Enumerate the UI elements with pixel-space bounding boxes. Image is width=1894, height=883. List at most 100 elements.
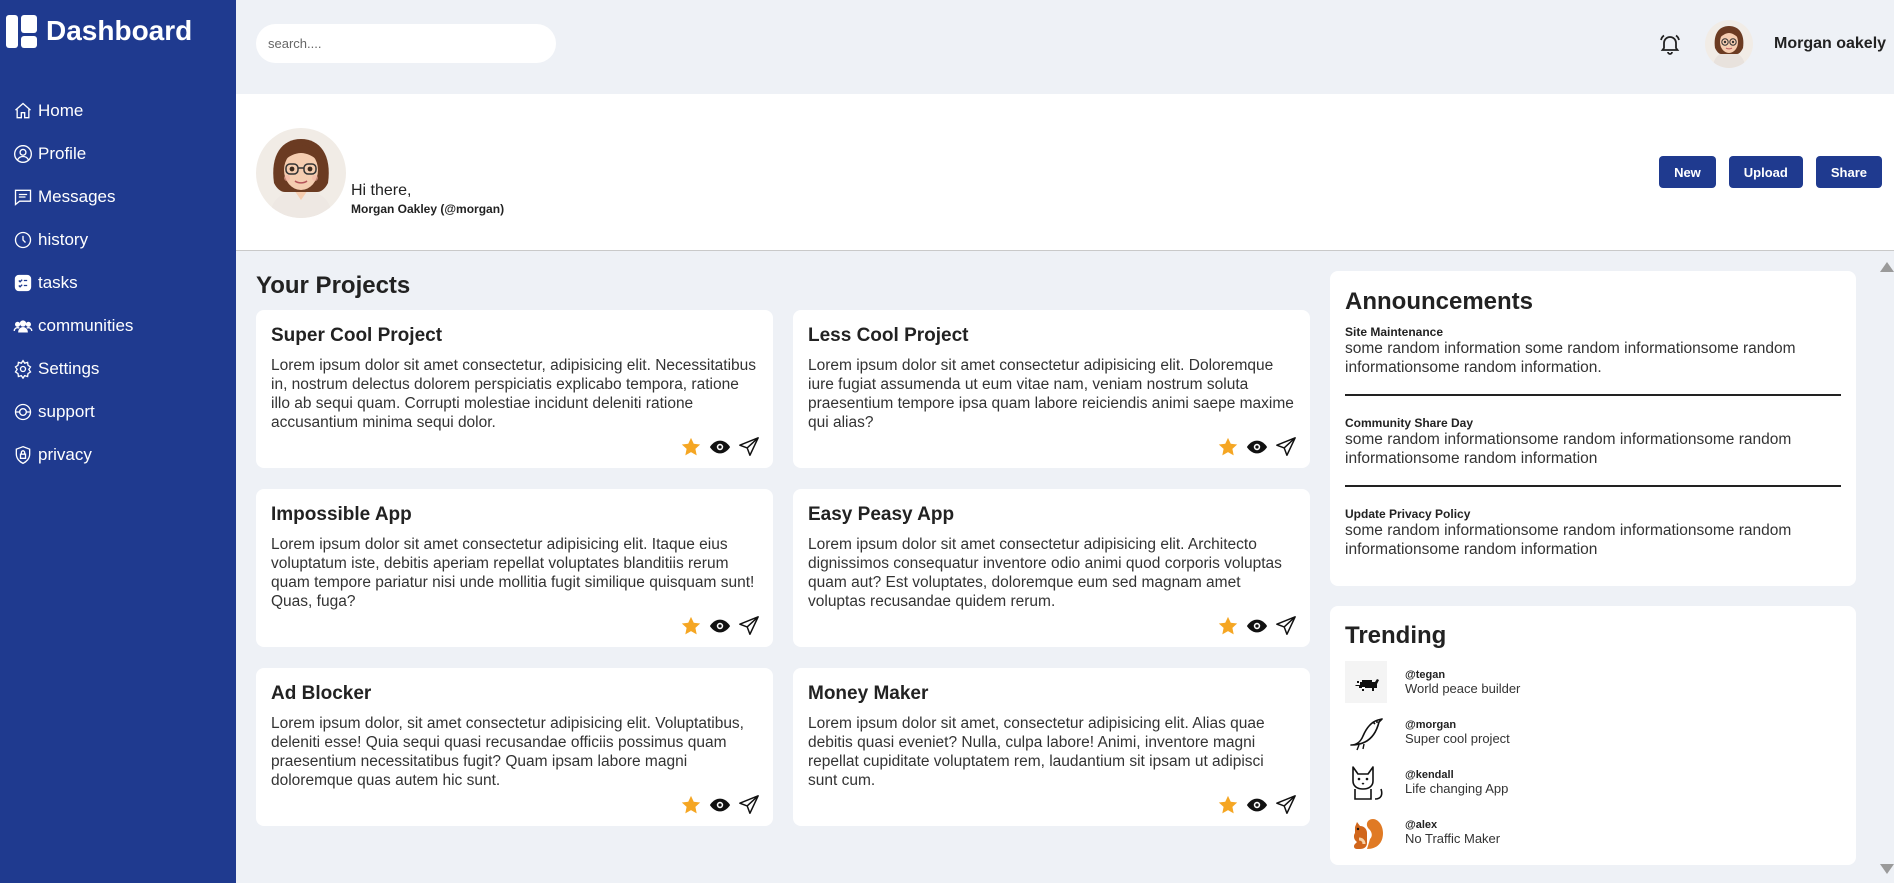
trending-handle: @morgan bbox=[1405, 718, 1457, 731]
project-actions bbox=[680, 615, 760, 637]
announcement-title: Community Share Day bbox=[1345, 416, 1474, 430]
eye-icon[interactable] bbox=[709, 794, 731, 816]
project-title: Money Maker bbox=[808, 683, 929, 704]
project-card[interactable]: Easy Peasy App Lorem ipsum dolor sit ame… bbox=[793, 489, 1310, 647]
project-card[interactable]: Super Cool Project Lorem ipsum dolor sit… bbox=[256, 310, 773, 468]
send-icon[interactable] bbox=[738, 615, 760, 637]
star-icon[interactable] bbox=[1217, 794, 1239, 816]
star-icon[interactable] bbox=[680, 615, 702, 637]
sidebar-item-settings[interactable]: Settings bbox=[0, 347, 236, 390]
announcements-title: Announcements bbox=[1345, 288, 1534, 315]
support-icon bbox=[13, 402, 33, 422]
send-icon[interactable] bbox=[1275, 436, 1297, 458]
cat-pixel-icon bbox=[1345, 661, 1387, 703]
sidebar-item-label: Profile bbox=[38, 143, 87, 163]
project-card[interactable]: Money Maker Lorem ipsum dolor sit amet, … bbox=[793, 668, 1310, 826]
star-icon[interactable] bbox=[680, 794, 702, 816]
user-name[interactable]: Morgan oakely bbox=[1774, 35, 1886, 53]
trending-item[interactable]: @kendall Life changing App bbox=[1345, 757, 1841, 807]
eye-icon[interactable] bbox=[709, 615, 731, 637]
announcement-title: Update Privacy Policy bbox=[1345, 507, 1471, 521]
project-card[interactable]: Ad Blocker Lorem ipsum dolor, sit amet c… bbox=[256, 668, 773, 826]
avatar[interactable] bbox=[1705, 20, 1753, 68]
sidebar-item-communities[interactable]: communities bbox=[0, 304, 236, 347]
upload-button[interactable]: Upload bbox=[1728, 156, 1803, 188]
sidebar-item-home[interactable]: Home bbox=[0, 89, 236, 132]
bird-icon bbox=[1345, 711, 1387, 753]
project-title: Impossible App bbox=[271, 504, 412, 525]
project-title: Ad Blocker bbox=[271, 683, 372, 704]
sidebar-item-label: tasks bbox=[38, 272, 78, 292]
home-icon bbox=[13, 101, 33, 121]
project-actions bbox=[1217, 794, 1297, 816]
announcement-item[interactable]: Community Share Day some random informat… bbox=[1345, 396, 1841, 487]
share-button[interactable]: Share bbox=[1815, 156, 1882, 188]
trending-panel: Trending @tegan World peace builder @mor… bbox=[1330, 606, 1856, 865]
announcement-item[interactable]: Update Privacy Policy some random inform… bbox=[1345, 487, 1841, 576]
sidebar-item-profile[interactable]: Profile bbox=[0, 132, 236, 175]
eye-icon[interactable] bbox=[709, 436, 731, 458]
project-title: Super Cool Project bbox=[271, 325, 443, 346]
bell-icon[interactable] bbox=[1658, 32, 1682, 56]
sidebar-item-label: privacy bbox=[38, 444, 92, 464]
trending-handle: @alex bbox=[1405, 818, 1438, 831]
users-icon bbox=[13, 316, 33, 336]
sidebar-item-label: history bbox=[38, 229, 89, 249]
scroll-up-arrow[interactable] bbox=[1880, 262, 1894, 272]
project-title: Easy Peasy App bbox=[808, 504, 955, 525]
send-icon[interactable] bbox=[1275, 615, 1297, 637]
top-bar: Morgan oakely bbox=[236, 0, 1894, 94]
project-card[interactable]: Less Cool Project Lorem ipsum dolor sit … bbox=[793, 310, 1310, 468]
eye-icon[interactable] bbox=[1246, 794, 1268, 816]
scroll-down-arrow[interactable] bbox=[1880, 864, 1894, 874]
trending-desc: Life changing App bbox=[1405, 780, 1509, 796]
sidebar-item-tasks[interactable]: tasks bbox=[0, 261, 236, 304]
announcement-text: some random informationsome random infor… bbox=[1345, 431, 1792, 467]
brand[interactable]: Dashboard bbox=[0, 0, 236, 62]
greeting-text: Hi there, bbox=[351, 182, 412, 199]
sidebar-nav: Home Profile Messages history tasks comm… bbox=[0, 89, 236, 476]
send-icon[interactable] bbox=[1275, 794, 1297, 816]
project-actions bbox=[1217, 615, 1297, 637]
sidebar-item-messages[interactable]: Messages bbox=[0, 175, 236, 218]
project-description: Lorem ipsum dolor sit amet consectetur a… bbox=[271, 536, 755, 610]
sidebar-item-label: Messages bbox=[38, 186, 116, 206]
project-description: Lorem ipsum dolor sit amet, consectetur … bbox=[808, 715, 1265, 789]
send-icon[interactable] bbox=[738, 436, 760, 458]
star-icon[interactable] bbox=[680, 436, 702, 458]
trending-desc: Super cool project bbox=[1405, 730, 1510, 746]
trending-title: Trending bbox=[1345, 622, 1447, 649]
sidebar-item-support[interactable]: support bbox=[0, 390, 236, 433]
project-description: Lorem ipsum dolor sit amet consectetur a… bbox=[808, 357, 1294, 431]
send-icon[interactable] bbox=[738, 794, 760, 816]
sidebar-item-label: Settings bbox=[38, 358, 100, 378]
announcement-item[interactable]: Site Maintenance some random information… bbox=[1345, 316, 1841, 396]
sidebar-item-privacy[interactable]: privacy bbox=[0, 433, 236, 476]
eye-icon[interactable] bbox=[1246, 615, 1268, 637]
user-circle-icon bbox=[13, 144, 33, 164]
search-input[interactable] bbox=[256, 24, 556, 63]
trending-item[interactable]: @morgan Super cool project bbox=[1345, 707, 1841, 757]
sidebar: Dashboard Home Profile Messages history … bbox=[0, 0, 236, 883]
project-actions bbox=[680, 436, 760, 458]
trending-handle: @tegan bbox=[1405, 668, 1446, 681]
profile-avatar bbox=[256, 128, 346, 218]
sidebar-item-history[interactable]: history bbox=[0, 218, 236, 261]
trending-item[interactable]: @tegan World peace builder bbox=[1345, 657, 1841, 707]
dashboard-logo-icon bbox=[6, 14, 37, 48]
projects-grid: Super Cool Project Lorem ipsum dolor sit… bbox=[256, 310, 1310, 826]
sidebar-item-label: Home bbox=[38, 100, 84, 120]
trending-item[interactable]: @alex No Traffic Maker bbox=[1345, 807, 1841, 857]
star-icon[interactable] bbox=[1217, 436, 1239, 458]
trending-desc: No Traffic Maker bbox=[1405, 830, 1501, 846]
star-icon[interactable] bbox=[1217, 615, 1239, 637]
project-card[interactable]: Impossible App Lorem ipsum dolor sit ame… bbox=[256, 489, 773, 647]
trending-handle: @kendall bbox=[1405, 768, 1454, 781]
eye-icon[interactable] bbox=[1246, 436, 1268, 458]
new-button[interactable]: New bbox=[1659, 156, 1716, 188]
greeting-banner: Hi there, Morgan Oakley (@morgan) New Up… bbox=[236, 94, 1894, 251]
cat-icon bbox=[1345, 761, 1387, 803]
announcement-text: some random information some random info… bbox=[1345, 340, 1796, 376]
sidebar-item-label: support bbox=[38, 401, 95, 421]
squirrel-icon bbox=[1345, 811, 1387, 853]
